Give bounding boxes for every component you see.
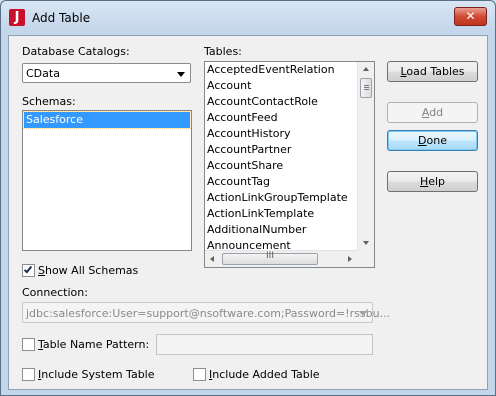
scroll-up-arrow-icon[interactable] (363, 67, 369, 71)
load-tables-button[interactable]: Load Tables (387, 61, 478, 82)
show-all-schemas-checkbox[interactable] (22, 264, 35, 277)
help-button[interactable]: Help (387, 171, 478, 192)
include-system-table-label[interactable]: Include System Table (38, 368, 155, 381)
include-system-table-checkbox[interactable] (22, 368, 35, 381)
table-item[interactable]: AccountContactRole (205, 94, 357, 110)
scroll-down-arrow-icon[interactable] (363, 241, 369, 245)
show-all-schemas-label[interactable]: Show All Schemas (38, 264, 138, 277)
connection-label: Connection: (22, 286, 88, 299)
done-button[interactable]: Done (387, 130, 478, 151)
tables-horizontal-scrollbar[interactable]: III (205, 250, 357, 267)
catalogs-dropdown[interactable]: CData (22, 63, 191, 83)
include-added-table-label[interactable]: Include Added Table (209, 368, 320, 381)
table-name-pattern-label[interactable]: Table Name Pattern: (38, 338, 149, 351)
schema-item-salesforce[interactable]: Salesforce (23, 111, 191, 129)
scrollbar-corner (357, 250, 374, 267)
table-item[interactable]: AccountPartner (205, 142, 357, 158)
table-name-pattern-checkbox[interactable] (22, 338, 35, 351)
tables-label: Tables: (204, 45, 242, 58)
help-label: elp (428, 175, 446, 188)
help-mnemonic: H (419, 175, 429, 188)
window-title: Add Table (32, 11, 91, 25)
tables-list-rows: AcceptedEventRelation Account AccountCon… (205, 62, 357, 250)
scroll-right-arrow-icon[interactable] (348, 256, 352, 262)
table-item[interactable]: AcceptedEventRelation (205, 62, 357, 78)
chevron-down-icon (177, 72, 185, 77)
vertical-scroll-thumb[interactable] (360, 78, 372, 98)
table-item[interactable]: ActionLinkGroupTemplate (205, 190, 357, 206)
horizontal-scroll-thumb[interactable]: III (222, 251, 318, 265)
add-table-dialog: J Add Table ✕ Database Catalogs: CData S… (0, 0, 496, 396)
table-item[interactable]: Account (205, 78, 357, 94)
scroll-left-arrow-icon[interactable] (210, 256, 214, 262)
close-button[interactable]: ✕ (454, 7, 487, 26)
table-item[interactable]: AdditionalNumber (205, 222, 357, 238)
chevron-down-icon (359, 311, 367, 316)
table-item[interactable]: ActionLinkTemplate (205, 206, 357, 222)
dialog-client-area: Database Catalogs: CData Schemas: Salesf… (8, 35, 488, 390)
schemas-list[interactable]: Salesforce (22, 110, 192, 251)
load-tables-label: oad Tables (406, 65, 465, 78)
done-mnemonic: D (418, 134, 427, 147)
add-button[interactable]: Add (387, 102, 478, 123)
table-item[interactable]: Announcement (205, 238, 357, 250)
done-label: one (426, 134, 447, 147)
include-added-table-checkbox[interactable] (193, 368, 206, 381)
table-item[interactable]: AccountFeed (205, 110, 357, 126)
scroll-grip-icon: III (266, 251, 274, 261)
schemas-label: Schemas: (22, 95, 76, 108)
table-item[interactable]: AccountShare (205, 158, 357, 174)
tables-vertical-scrollbar[interactable] (357, 62, 374, 250)
add-label: dd (429, 106, 444, 119)
table-name-pattern-input[interactable] (156, 334, 373, 355)
catalogs-label: Database Catalogs: (22, 45, 130, 58)
checkmark-icon (23, 264, 33, 274)
connection-value: jdbc:salesforce:User=support@nsoftware.c… (26, 307, 391, 320)
tables-list[interactable]: AcceptedEventRelation Account AccountCon… (204, 61, 375, 268)
title-bar[interactable]: J Add Table ✕ (1, 1, 495, 35)
catalogs-selected: CData (26, 67, 60, 80)
table-item[interactable]: AccountTag (205, 174, 357, 190)
table-item[interactable]: AccountHistory (205, 126, 357, 142)
app-icon: J (9, 9, 25, 26)
connection-dropdown[interactable]: jdbc:salesforce:User=support@nsoftware.c… (22, 302, 390, 323)
